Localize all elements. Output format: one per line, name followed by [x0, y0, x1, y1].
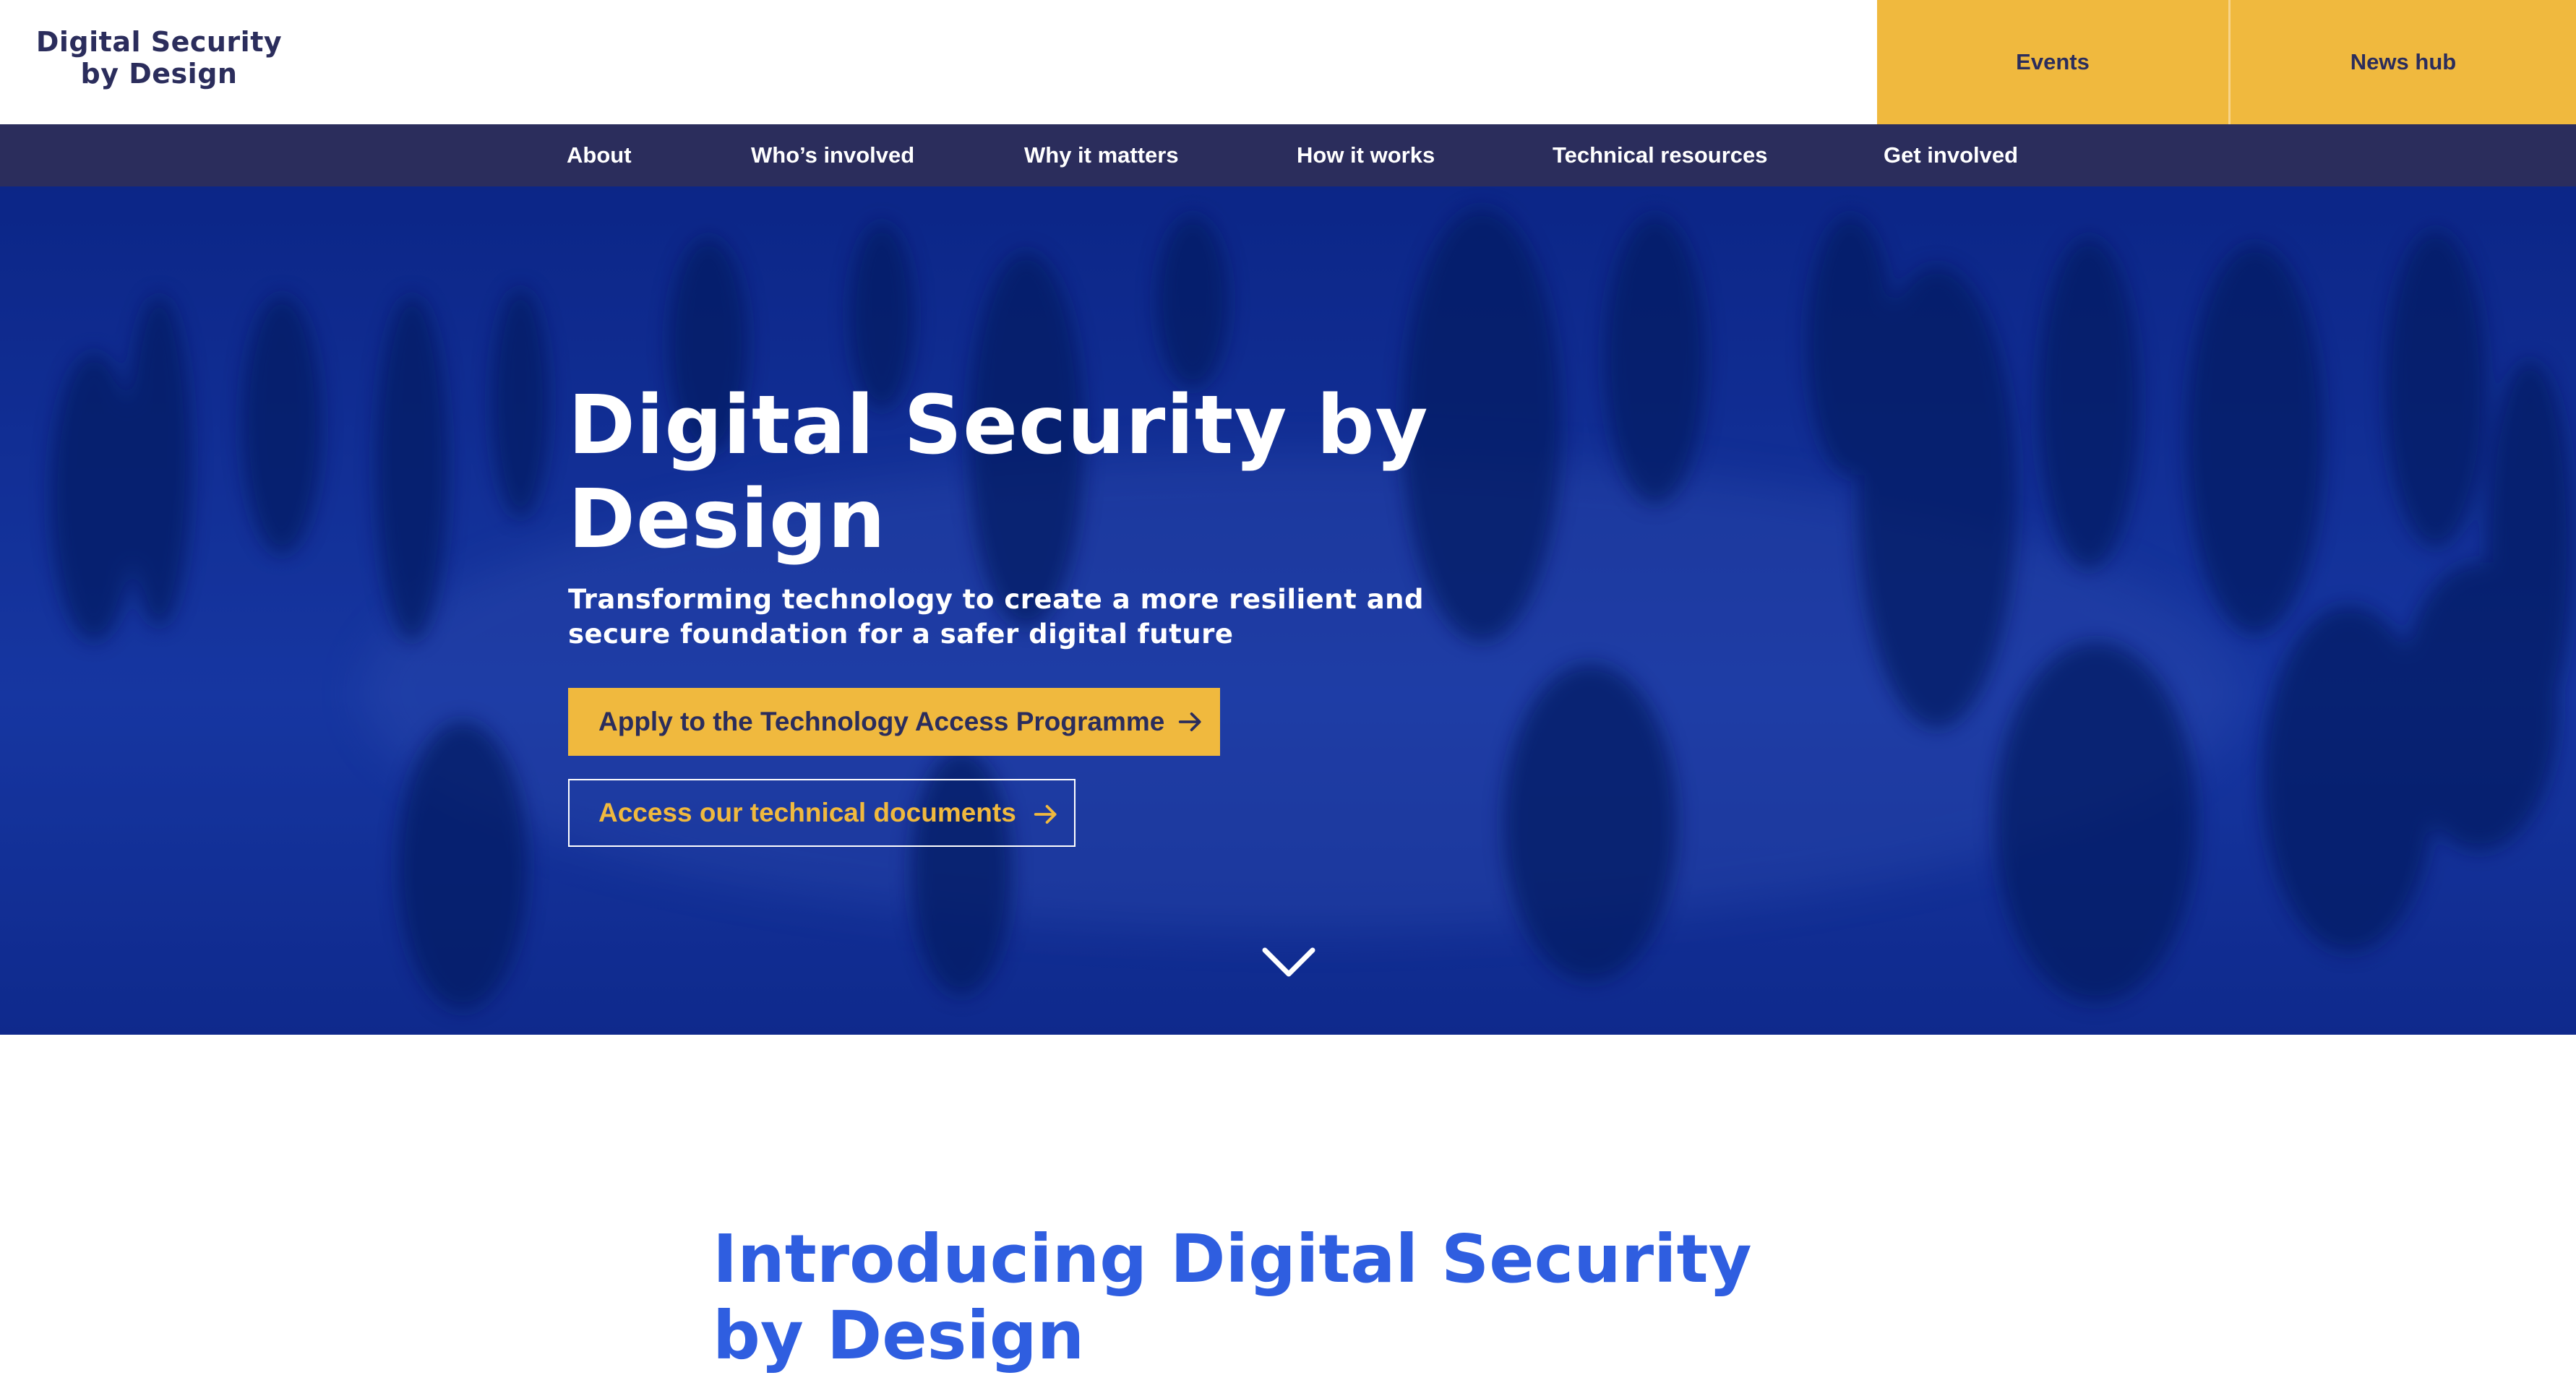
logo-line-2: by Design — [80, 58, 238, 90]
arrow-right-icon — [1034, 805, 1057, 824]
nav-item-how-it-works[interactable]: How it works — [1297, 124, 1435, 186]
nav-item-get-involved[interactable]: Get involved — [1884, 124, 2018, 186]
events-link[interactable]: Events — [1877, 0, 2228, 124]
nav-item-technical-resources[interactable]: Technical resources — [1553, 124, 1768, 186]
site-logo[interactable]: Digital Security by Design — [29, 26, 289, 90]
technical-documents-label: Access our technical documents — [598, 798, 1016, 827]
arrow-right-icon — [1178, 712, 1201, 731]
nav-item-about[interactable]: About — [567, 124, 632, 186]
news-hub-link[interactable]: News hub — [2231, 0, 2576, 124]
intro-title: Introducing Digital Security by Design — [713, 1220, 1752, 1374]
apply-programme-label: Apply to the Technology Access Programme — [598, 707, 1165, 736]
hero-title: Digital Security by Design — [568, 379, 1429, 566]
page: Digital Security by Design Events News h… — [0, 0, 2576, 1396]
site-header: Digital Security by Design Events News h… — [0, 0, 2576, 124]
hero-section: Digital Security by Design Transforming … — [0, 186, 2576, 1035]
logo-line-1: Digital Security — [35, 26, 283, 58]
nav-item-why-it-matters[interactable]: Why it matters — [1024, 124, 1179, 186]
chevron-down-icon[interactable] — [1261, 947, 1316, 978]
main-nav: About Who’s involved Why it matters How … — [0, 124, 2576, 186]
technical-documents-button[interactable]: Access our technical documents — [568, 779, 1076, 847]
hero-subtitle: Transforming technology to create a more… — [568, 584, 1425, 650]
nav-item-whos-involved[interactable]: Who’s involved — [751, 124, 914, 186]
apply-programme-button[interactable]: Apply to the Technology Access Programme — [568, 688, 1220, 756]
